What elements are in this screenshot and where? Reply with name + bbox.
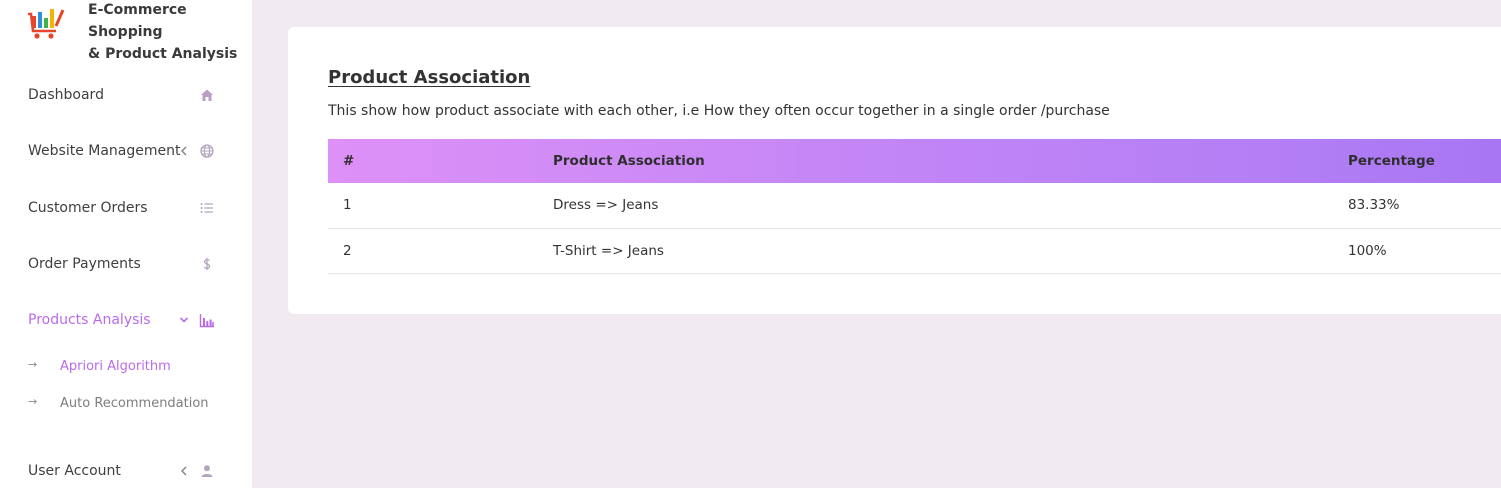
cell-product-association: Dress => Jeans xyxy=(538,183,1333,229)
cell-percentage: 100% xyxy=(1333,228,1501,274)
column-header-percentage: Percentage xyxy=(1348,153,1435,169)
sidebar-item-label: Customer Orders xyxy=(28,200,148,216)
cell-product-association: T-Shirt => Jeans xyxy=(538,228,1333,274)
arrow-right-icon: → xyxy=(28,395,38,408)
sidebar-item-user-account[interactable]: User Account xyxy=(28,460,224,484)
globe-icon xyxy=(200,144,214,158)
list-icon xyxy=(200,203,213,213)
shopping-cart-chart-logo-icon xyxy=(28,9,65,39)
subnav-item-label: Apriori Algorithm xyxy=(60,359,171,374)
table-header-row: # Product Association Percentage xyxy=(328,139,1501,183)
user-icon xyxy=(201,465,213,477)
subnav-item-apriori-algorithm[interactable]: → Apriori Algorithm xyxy=(28,357,228,377)
table-row: 2 T-Shirt => Jeans 100% xyxy=(328,228,1501,274)
product-association-table: # Product Association Percentage 1 Dress… xyxy=(328,139,1501,274)
sidebar-item-label: Order Payments xyxy=(28,256,141,272)
sidebar-item-label: User Account xyxy=(28,463,121,479)
sidebar-item-label: Website Management xyxy=(28,143,181,159)
sidebar-item-label: Products Analysis xyxy=(28,312,151,328)
brand[interactable]: E-Commerce Shopping & Product Analysis xyxy=(28,0,252,62)
app-title: E-Commerce Shopping & Product Analysis xyxy=(88,2,238,62)
subnav-item-label: Auto Recommendation xyxy=(60,396,209,411)
sidebar-item-customer-orders[interactable]: Customer Orders xyxy=(28,197,224,221)
column-header-product-association: Product Association xyxy=(553,153,705,169)
table-row: 1 Dress => Jeans 83.33% xyxy=(328,183,1501,229)
cell-index: 2 xyxy=(328,228,538,274)
sidebar-item-dashboard[interactable]: Dashboard xyxy=(28,84,224,108)
chevron-left-icon xyxy=(180,146,187,156)
arrow-right-icon: → xyxy=(28,358,38,371)
column-header-index: # xyxy=(343,153,355,169)
dollar-icon xyxy=(203,258,211,270)
subnav-item-auto-recommendation[interactable]: → Auto Recommendation xyxy=(28,394,228,414)
card-description: This show how product associate with eac… xyxy=(328,103,1110,119)
chevron-left-icon xyxy=(180,466,187,476)
sidebar-item-label: Dashboard xyxy=(28,87,104,103)
cell-percentage: 83.33% xyxy=(1333,183,1501,229)
sidebar-item-website-management[interactable]: Website Management xyxy=(28,140,224,164)
product-association-card: Product Association This show how produc… xyxy=(288,27,1501,314)
sidebar-item-products-analysis[interactable]: Products Analysis xyxy=(28,309,224,333)
sidebar-item-order-payments[interactable]: Order Payments xyxy=(28,253,224,277)
card-title: Product Association xyxy=(328,67,531,88)
cell-index: 1 xyxy=(328,183,538,229)
home-icon xyxy=(201,89,213,101)
bar-chart-icon xyxy=(199,314,214,328)
sidebar: E-Commerce Shopping & Product Analysis D… xyxy=(0,0,252,488)
chevron-down-icon xyxy=(179,317,189,323)
